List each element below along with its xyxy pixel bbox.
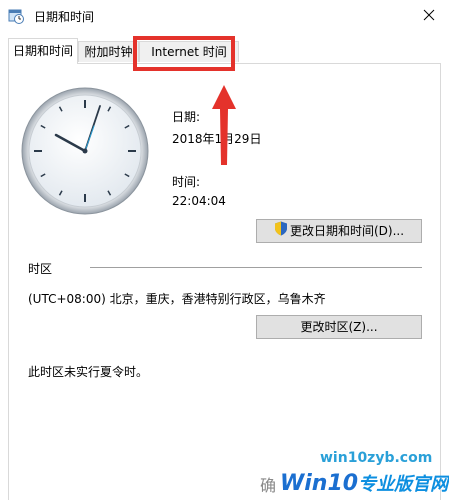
title-bar: 日期和时间: [0, 0, 449, 32]
uac-shield-icon: [274, 221, 288, 243]
timezone-value: (UTC+08:00) 北京，重庆，香港特别行政区，乌鲁木齐: [28, 292, 326, 306]
section-divider: [90, 267, 422, 268]
window-title: 日期和时间: [34, 10, 95, 24]
date-label: 日期:: [172, 110, 201, 124]
watermark-brand-rest: 专业版官网: [358, 474, 449, 495]
watermark-brand-main: Win10: [280, 471, 359, 496]
close-button[interactable]: [409, 0, 449, 32]
highlight-box: [133, 36, 235, 71]
dst-info: 此时区未实行夏令时。: [28, 365, 149, 379]
watermark-brand: Win10专业版官网: [280, 470, 448, 496]
up-arrow-icon: [212, 85, 236, 165]
tab-additional-clocks[interactable]: 附加时钟: [78, 41, 139, 62]
change-timezone-button[interactable]: 更改时区(Z)...: [256, 315, 422, 339]
timezone-section-label: 时区: [28, 262, 53, 276]
time-label: 时间:: [172, 175, 201, 189]
close-icon: [423, 9, 435, 24]
calendar-clock-icon: [8, 8, 24, 24]
time-value: 22:04:04: [172, 194, 226, 208]
change-date-time-button[interactable]: 更改日期和时间(D)...: [256, 219, 422, 243]
analog-clock: [21, 87, 149, 215]
ok-button-partial[interactable]: 确: [260, 472, 276, 496]
tab-date-time[interactable]: 日期和时间: [8, 38, 78, 64]
change-date-time-label: 更改日期和时间(D)...: [289, 224, 405, 238]
watermark-site: win10zyb.com: [320, 450, 433, 466]
